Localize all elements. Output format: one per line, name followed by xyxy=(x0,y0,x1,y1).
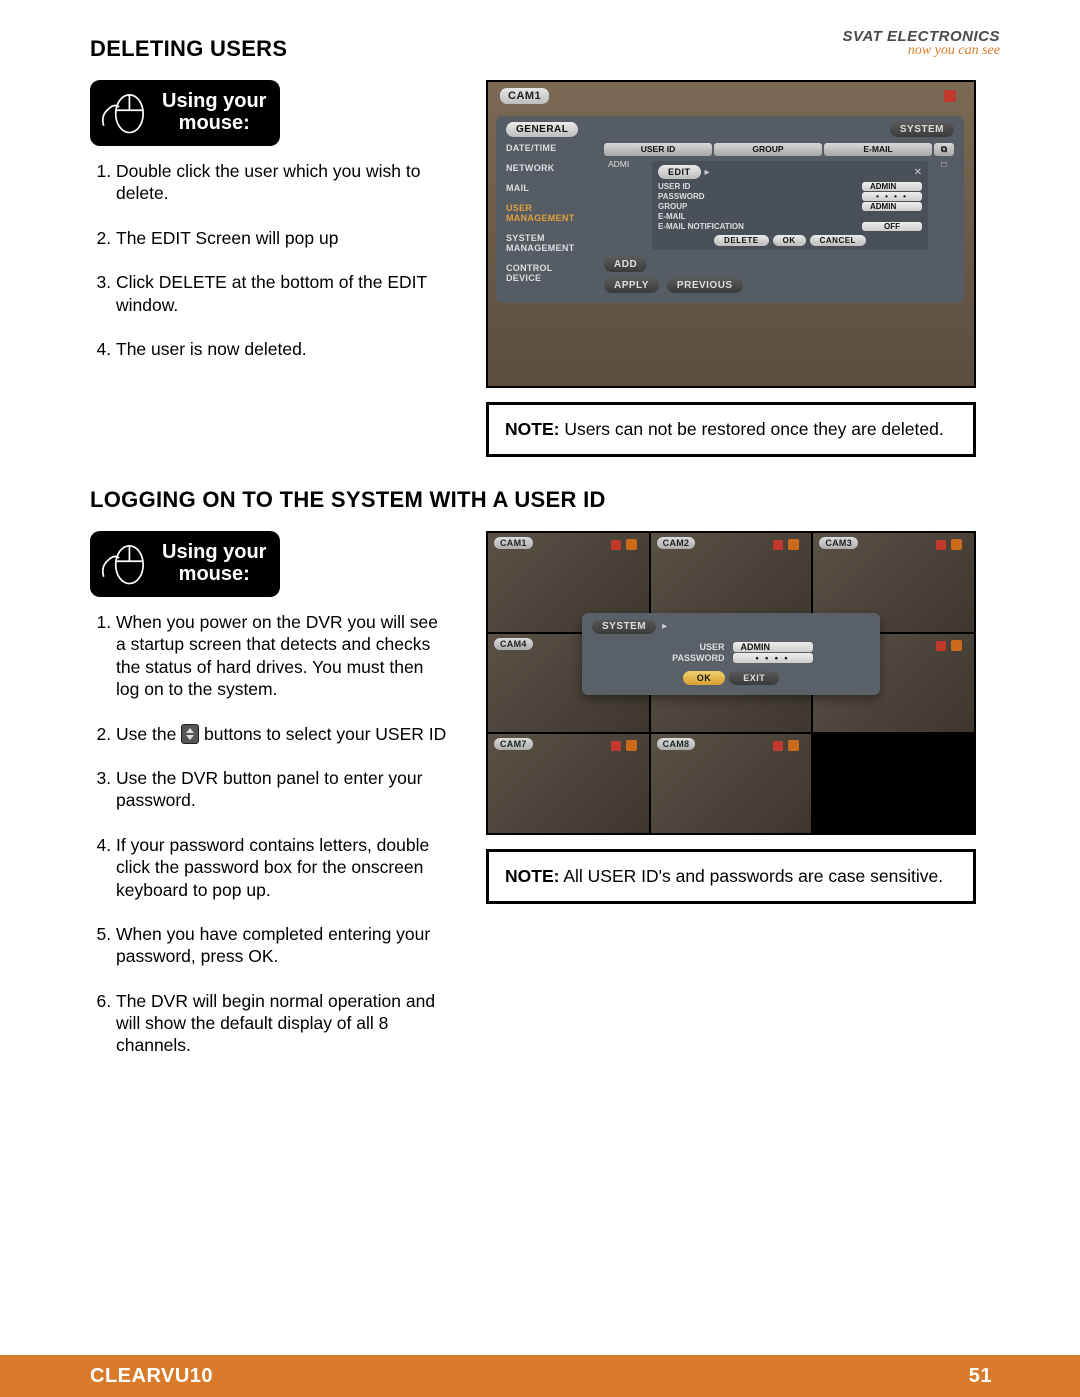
col-action-icon: ⧉ xyxy=(934,143,954,156)
note-case-sensitive: NOTE: All USER ID's and passwords are ca… xyxy=(486,849,976,904)
general-tab[interactable]: GENERAL xyxy=(506,122,578,137)
sidebar-item-user-management[interactable]: USER MANAGEMENT xyxy=(506,203,596,223)
col-email: E-MAIL xyxy=(824,143,932,156)
brand-tagline: now you can see xyxy=(843,43,1000,59)
step-item: When you have completed entering your pa… xyxy=(116,923,450,968)
cam-label: CAM1 xyxy=(500,88,549,104)
sidebar-item-control-device[interactable]: CONTROL DEVICE xyxy=(506,263,596,283)
email-notification-field[interactable]: OFF xyxy=(862,222,922,231)
mouse-icon xyxy=(100,539,152,587)
user-id-field[interactable]: ADMIN xyxy=(862,182,922,191)
mouse-icon xyxy=(100,88,152,136)
login-exit-button[interactable]: EXIT xyxy=(729,671,779,685)
close-icon[interactable]: ✕ xyxy=(914,167,922,178)
page-footer: CLEARVU10 51 xyxy=(0,1355,1080,1397)
mouse-callout: Using your mouse: xyxy=(90,80,280,146)
step-item: If your password contains letters, doubl… xyxy=(116,834,450,901)
col-user-id: USER ID xyxy=(604,143,712,156)
step-item: The user is now deleted. xyxy=(116,338,450,360)
previous-button[interactable]: PREVIOUS xyxy=(667,278,743,293)
cell-user: ADMI xyxy=(604,158,646,251)
dvr-edit-screenshot: CAM1 GENERAL SYSTEM DATE/TIME NETWORK MA… xyxy=(486,80,976,388)
step-item: When you power on the DVR you will see a… xyxy=(116,611,450,701)
settings-sidebar: DATE/TIME NETWORK MAIL USER MANAGEMENT S… xyxy=(506,143,596,293)
col-group: GROUP xyxy=(714,143,822,156)
edit-popup: EDIT ▸ ✕ USER IDADMIN PASSWORD• • • • GR… xyxy=(652,161,928,250)
logging-on-steps: When you power on the DVR you will see a… xyxy=(90,611,450,1057)
step-item: Use the buttons to select your USER ID xyxy=(116,723,450,745)
password-field[interactable]: • • • • xyxy=(862,192,922,201)
login-user-field[interactable]: ADMIN xyxy=(733,642,813,652)
mouse-callout-text: Using your mouse: xyxy=(162,541,266,585)
mouse-callout-text: Using your mouse: xyxy=(162,90,266,134)
ok-button[interactable]: OK xyxy=(773,235,806,246)
deleting-users-steps: Double click the user which you wish to … xyxy=(90,160,450,360)
footer-page-number: 51 xyxy=(969,1365,992,1388)
dvr-settings-panel: GENERAL SYSTEM DATE/TIME NETWORK MAIL US… xyxy=(496,116,964,303)
camera-icon xyxy=(626,539,637,550)
cancel-button[interactable]: CANCEL xyxy=(810,235,866,246)
login-password-field[interactable]: • • • • xyxy=(733,653,813,663)
dvr-login-screenshot: CAM1 CAM2 CAM3 CAM4 CAM7 CAM8 SYSTEM ▸ U… xyxy=(486,531,976,835)
brand-header: SVAT ELECTRONICS now you can see xyxy=(843,28,1000,59)
record-indicator xyxy=(944,90,956,102)
system-tab[interactable]: SYSTEM xyxy=(890,122,954,137)
apply-button[interactable]: APPLY xyxy=(604,278,659,293)
step-item: The DVR will begin normal operation and … xyxy=(116,990,450,1057)
group-field[interactable]: ADMIN xyxy=(862,202,922,211)
mouse-callout: Using your mouse: xyxy=(90,531,280,597)
add-button[interactable]: ADD xyxy=(604,257,647,272)
edit-label: EDIT xyxy=(658,165,701,179)
delete-button[interactable]: DELETE xyxy=(714,235,769,246)
arrow-right-icon: ▸ xyxy=(662,621,667,632)
sidebar-item-system-management[interactable]: SYSTEM MANAGEMENT xyxy=(506,233,596,253)
sidebar-item-network[interactable]: NETWORK xyxy=(506,163,596,173)
note-delete-warning: NOTE: Users can not be restored once the… xyxy=(486,402,976,457)
arrow-right-icon: ▸ xyxy=(705,167,710,178)
footer-model: CLEARVU10 xyxy=(90,1365,213,1388)
step-item: Click DELETE at the bottom of the EDIT w… xyxy=(116,271,450,316)
sidebar-item-mail[interactable]: MAIL xyxy=(506,183,596,193)
record-icon xyxy=(611,540,621,550)
logging-on-heading: LOGGING ON TO THE SYSTEM WITH A USER ID xyxy=(90,487,1005,513)
step-item: Double click the user which you wish to … xyxy=(116,160,450,205)
login-popup: SYSTEM ▸ USERADMIN PASSWORD• • • • OK EX… xyxy=(582,613,880,695)
sidebar-item-datetime[interactable]: DATE/TIME xyxy=(506,143,596,153)
updown-stepper-icon xyxy=(181,724,199,744)
step-item: Use the DVR button panel to enter your p… xyxy=(116,767,450,812)
step-item: The EDIT Screen will pop up xyxy=(116,227,450,249)
system-label: SYSTEM xyxy=(592,619,656,634)
login-ok-button[interactable]: OK xyxy=(683,671,726,685)
